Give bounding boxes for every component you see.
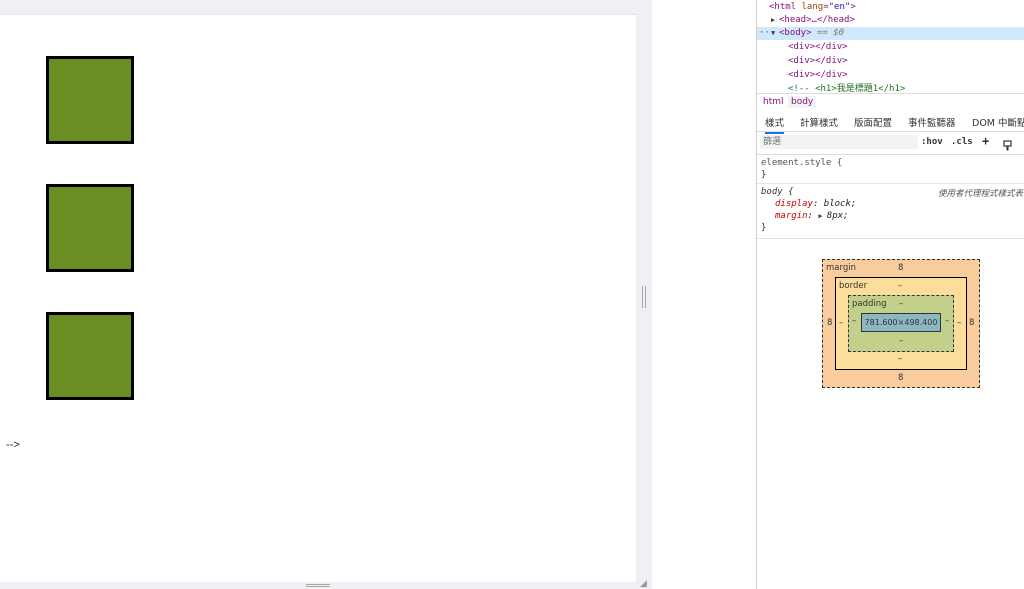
dom-node-div[interactable]: <div></div> — [757, 55, 1024, 68]
tab-computed[interactable]: 計算樣式 — [800, 115, 838, 129]
body-tag: <body> — [779, 28, 812, 38]
collapse-triangle-icon[interactable]: ▼ — [771, 27, 775, 40]
element-style-selector[interactable]: element.style { — [761, 157, 842, 169]
div-tag: <div></div> — [788, 70, 848, 80]
expand-triangle-icon[interactable]: ▶ — [818, 212, 826, 220]
selected-marker: == $0 — [811, 28, 845, 38]
body-prop-display[interactable]: display: block; — [775, 198, 856, 210]
box-model-content[interactable]: 781.600×498.400 — [861, 313, 941, 332]
breadcrumb-body[interactable]: body — [788, 96, 817, 108]
vertical-resize-handle[interactable] — [641, 286, 647, 308]
margin-left-value[interactable]: 8 — [827, 318, 832, 328]
box-model-margin[interactable]: margin 8 8 8 8 border – – – – padding – … — [822, 259, 980, 388]
dom-node-div[interactable]: <div></div> — [757, 41, 1024, 54]
rule-body: body { 使用者代理程式樣式表 display: block; margin… — [757, 184, 1024, 239]
filter-input[interactable] — [760, 135, 918, 149]
tab-dom-breakpoints[interactable]: DOM 中斷點 — [972, 115, 1024, 129]
filter-bar: :hov .cls + — [757, 132, 1024, 155]
body-rule-selector[interactable]: body { — [761, 186, 794, 198]
border-right-value[interactable]: – — [957, 318, 961, 328]
expand-triangle-icon[interactable]: ▶ — [771, 14, 775, 27]
corner-resize-grip[interactable]: ◢ — [640, 580, 648, 589]
rule-element-style: element.style { } — [757, 155, 1024, 184]
html-lang-value: "en" — [828, 2, 851, 12]
dom-node-head[interactable]: ▶ <head>…</head> — [757, 14, 1024, 27]
tab-event-listeners[interactable]: 事件監聽器 — [908, 115, 956, 129]
dom-tree: <html lang="en"> ▶ <head>…</head> ··· ▼ … — [757, 0, 1024, 92]
margin-top-value[interactable]: 8 — [898, 263, 903, 273]
html-lang-attr: lang — [801, 2, 824, 12]
horizontal-resize-handle[interactable] — [306, 584, 330, 587]
head-tag: <head>…</head> — [779, 15, 855, 25]
dom-node-div[interactable]: <div></div> — [757, 69, 1024, 82]
html-open-tag: <html — [769, 2, 802, 12]
devtools-panel: <html lang="en"> ▶ <head>…</head> ··· ▼ … — [756, 0, 1024, 589]
padding-left-value[interactable]: – — [852, 316, 856, 326]
plus-icon[interactable]: + — [982, 134, 989, 148]
html-close-bracket: > — [850, 2, 856, 12]
dom-node-body-selected[interactable]: ··· ▼ <body> == $0 — [757, 27, 1024, 40]
comment-node: <!-- <h1>我是標題1</h1> — [788, 84, 906, 92]
tab-layout[interactable]: 版面配置 — [854, 115, 892, 129]
box-model-padding[interactable]: padding – – – – 781.600×498.400 — [848, 295, 954, 352]
margin-bottom-value[interactable]: 8 — [898, 373, 903, 383]
green-square-3 — [46, 312, 134, 400]
green-square-2 — [46, 184, 134, 272]
padding-right-value[interactable]: – — [945, 316, 949, 326]
border-bottom-value[interactable]: – — [898, 354, 902, 364]
margin-label: margin — [826, 263, 856, 273]
dom-node-html[interactable]: <html lang="en"> — [757, 1, 1024, 14]
padding-bottom-value[interactable]: – — [899, 336, 903, 346]
element-style-close: } — [761, 170, 767, 180]
styles-panel-tabs: 樣式 計算樣式 版面配置 事件監聽器 DOM 中斷點 — [757, 111, 1024, 134]
comment-tail-text: --> — [6, 439, 20, 451]
body-rule-close: } — [761, 223, 767, 233]
paint-icon[interactable] — [1003, 136, 1012, 151]
hover-state-button[interactable]: :hov — [921, 137, 943, 147]
page-viewport: --> — [0, 14, 636, 582]
breadcrumb: html body — [757, 93, 1024, 112]
border-left-value[interactable]: – — [839, 318, 843, 328]
padding-top-value[interactable]: – — [899, 299, 903, 309]
body-prop-margin[interactable]: margin: ▶ 8px; — [775, 210, 848, 222]
green-square-1 — [46, 56, 134, 144]
dom-node-comment[interactable]: <!-- <h1>我是標題1</h1> — [757, 83, 1024, 92]
user-agent-stylesheet-label: 使用者代理程式樣式表 — [937, 189, 1023, 199]
padding-label: padding — [852, 299, 887, 309]
border-label: border — [839, 281, 868, 291]
class-toggle-button[interactable]: .cls — [951, 137, 973, 147]
border-top-value[interactable]: – — [898, 281, 902, 291]
breadcrumb-html[interactable]: html — [760, 96, 787, 108]
div-tag: <div></div> — [788, 56, 848, 66]
div-tag: <div></div> — [788, 42, 848, 52]
margin-right-value[interactable]: 8 — [969, 318, 974, 328]
box-model-border[interactable]: border – – – – padding – – – – 781.600×4… — [835, 277, 967, 370]
viewport-frame: --> ◢ — [0, 0, 652, 589]
